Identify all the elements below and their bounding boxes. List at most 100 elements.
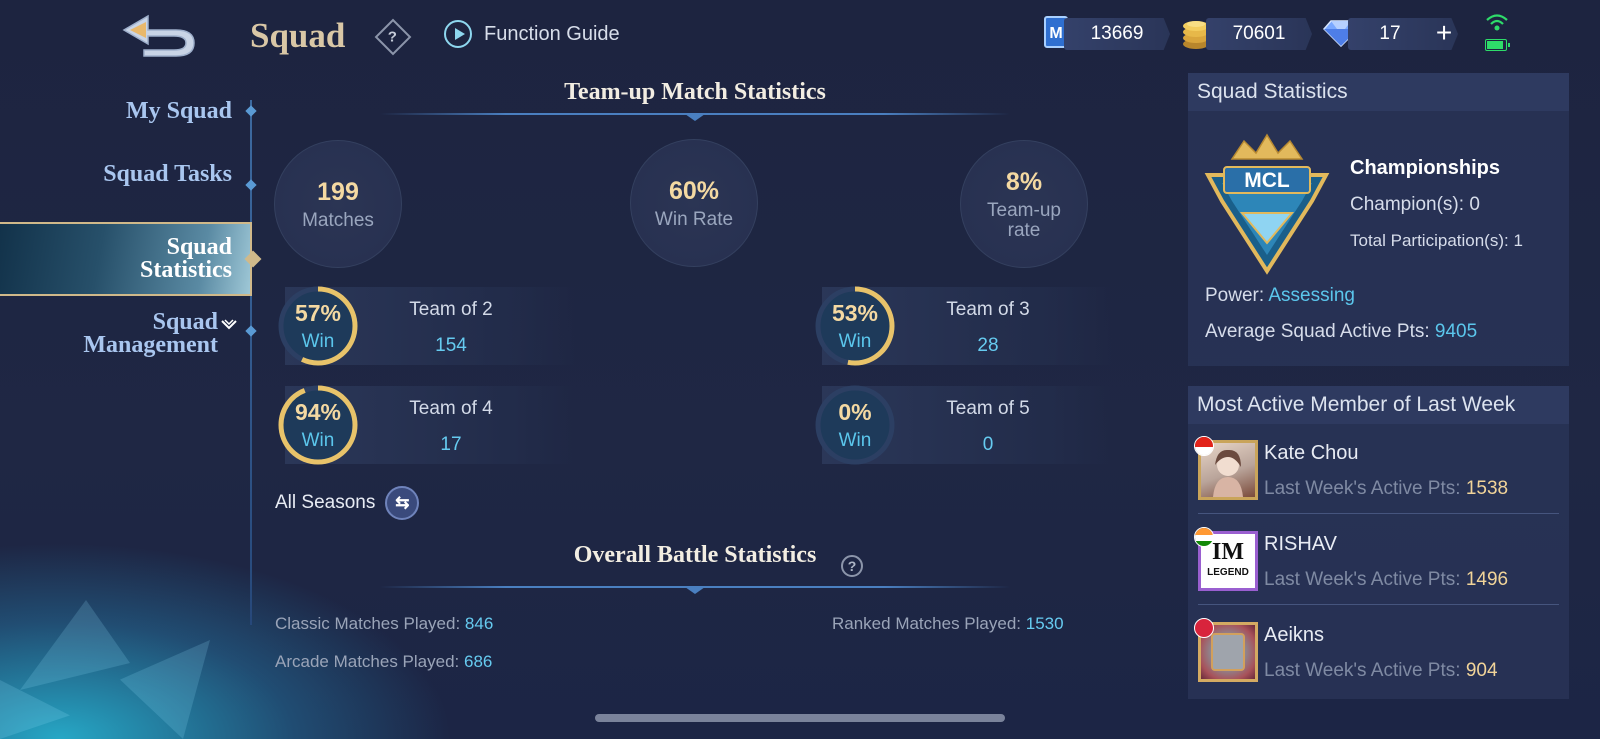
indonesia-flag-icon (1194, 436, 1214, 456)
back-button[interactable] (118, 10, 198, 58)
points-value: 1496 (1465, 569, 1509, 590)
list-item[interactable]: Kate Chou Last Week's Active Pts: 1538 (1188, 424, 1569, 514)
list-item[interactable]: IM LEGEND RISHAV Last Week's Active Pts:… (1188, 515, 1569, 605)
win-ring: 53% Win (814, 285, 896, 367)
all-seasons-label: All Seasons (275, 492, 376, 513)
matches-stat: 199 Matches (274, 140, 402, 268)
win-ring: 57% Win (277, 285, 359, 367)
swap-icon[interactable]: ⇆ (385, 486, 420, 520)
mcl-emblem-icon: MCL (1202, 131, 1332, 286)
battle-help-icon[interactable]: ? (841, 555, 863, 577)
arcade-matches-stat: Arcade Matches Played: 686 (275, 652, 492, 672)
team-size-label: Team of 4 (409, 398, 493, 419)
ranked-matches-stat: Ranked Matches Played: 1530 (832, 614, 1064, 634)
back-arrow-icon (122, 14, 195, 57)
points-label: Last Week's Active Pts: (1264, 660, 1461, 681)
nav-squad-tasks[interactable]: Squad Tasks (92, 162, 232, 186)
team-size-label: Team of 2 (409, 299, 493, 320)
decor-facet (120, 640, 210, 739)
nav-squad-management-label: Squad Management (83, 309, 218, 358)
squad-screen: Squad ? Function Guide M 13669 70601 17 … (0, 0, 1600, 739)
team-match-count: 154 (435, 335, 467, 356)
team-of-2-card: 57% Win Team of 2 154 (278, 286, 575, 366)
member-name: RISHAV (1264, 533, 1337, 555)
classic-label: Classic Matches Played: (275, 614, 461, 633)
teamup-section-title: Team-up Match Statistics (564, 79, 826, 105)
gold-balance: 70601 (1206, 18, 1312, 50)
squad-statistics-panel: Squad Statistics MCL Championships Champ… (1188, 73, 1569, 366)
nav-dot (245, 325, 257, 337)
play-icon (444, 20, 472, 48)
avg-active-value: 9405 (1434, 321, 1478, 342)
emblem-text: MCL (1244, 169, 1290, 192)
nav-my-squad[interactable]: My Squad (126, 99, 232, 123)
divider (1198, 513, 1559, 514)
divider (1198, 604, 1559, 605)
battery-icon (1485, 39, 1510, 51)
points-value: 1538 (1465, 478, 1509, 499)
nav-squad-management[interactable]: Squad Management (58, 309, 218, 358)
win-rate-value: 60% (668, 176, 720, 205)
nav-squad-statistics[interactable]: Squad Statistics (92, 235, 232, 282)
champions-count: Champion(s): 0 (1350, 194, 1480, 215)
team-size-label: Team of 5 (946, 398, 1030, 419)
member-name: Aeikns (1264, 624, 1325, 646)
section-notch (685, 114, 705, 121)
matches-value: 199 (317, 177, 359, 206)
decor-facet (20, 600, 130, 690)
points-value: 904 (1465, 660, 1498, 681)
power-label: Power: (1205, 285, 1265, 306)
m-ticket-balance: 13669 (1064, 18, 1170, 50)
championships-title: Championships (1350, 157, 1501, 179)
question-icon: ? (388, 28, 398, 46)
member-name: Kate Chou (1264, 442, 1359, 464)
avatar-subtext: LEGEND (1207, 567, 1249, 578)
member-points: Last Week's Active Pts: 1496 (1264, 569, 1508, 591)
win-ring: 94% Win (277, 384, 359, 466)
india-flag-icon (1194, 527, 1214, 547)
team-of-4-card: 94% Win Team of 4 17 (278, 385, 575, 465)
win-label: Win (301, 430, 335, 451)
teamup-rate-value: 8% (1005, 167, 1043, 196)
section-notch (685, 587, 705, 594)
home-indicator[interactable] (595, 714, 1005, 722)
chevron-down-icon (220, 318, 238, 337)
list-item[interactable]: Aeikns Last Week's Active Pts: 904 (1188, 606, 1569, 696)
add-diamonds-button[interactable]: + (1432, 19, 1456, 47)
ranked-value: 1530 (1025, 614, 1064, 633)
decor-facet (0, 680, 70, 739)
member-points: Last Week's Active Pts: 1538 (1264, 478, 1508, 500)
arcade-value: 686 (464, 652, 493, 671)
win-ring: 0% Win (814, 384, 896, 466)
nav-dot (245, 105, 257, 117)
win-label: Win (838, 331, 872, 352)
win-label: Win (838, 430, 872, 451)
win-label: Win (301, 331, 335, 352)
win-percent: 53% (831, 300, 879, 326)
help-button[interactable]: ? (374, 18, 412, 56)
function-guide-button[interactable]: Function Guide (444, 20, 620, 48)
most-active-title: Most Active Member of Last Week (1188, 386, 1569, 424)
page-title: Squad (250, 16, 346, 55)
classic-value: 846 (464, 614, 494, 633)
all-seasons-toggle[interactable]: All Seasons ⇆ (275, 486, 420, 520)
teamup-rate-stat: 8% Team-up rate (960, 140, 1088, 268)
battle-section-title: Overall Battle Statistics (573, 542, 817, 568)
avatar-frame (1211, 633, 1245, 671)
power-value: Assessing (1268, 285, 1355, 306)
points-label: Last Week's Active Pts: (1264, 569, 1461, 590)
avg-active-label: Average Squad Active Pts: (1205, 321, 1430, 342)
win-rate-label: Win Rate (654, 208, 734, 230)
participation-count: Total Participation(s): 1 (1350, 231, 1523, 250)
team-size-label: Team of 3 (946, 299, 1030, 320)
squad-statistics-title: Squad Statistics (1188, 73, 1569, 111)
member-points: Last Week's Active Pts: 904 (1264, 660, 1498, 682)
win-percent: 94% (294, 399, 342, 425)
classic-matches-stat: Classic Matches Played: 846 (275, 614, 493, 634)
avatar-text: IM (1212, 539, 1244, 565)
diamond-value: 17 (1379, 23, 1401, 44)
avg-active-line: Average Squad Active Pts: 9405 (1205, 321, 1477, 343)
team-of-3-card: 53% Win Team of 3 28 (815, 286, 1112, 366)
win-percent: 57% (294, 300, 342, 326)
points-label: Last Week's Active Pts: (1264, 478, 1461, 499)
